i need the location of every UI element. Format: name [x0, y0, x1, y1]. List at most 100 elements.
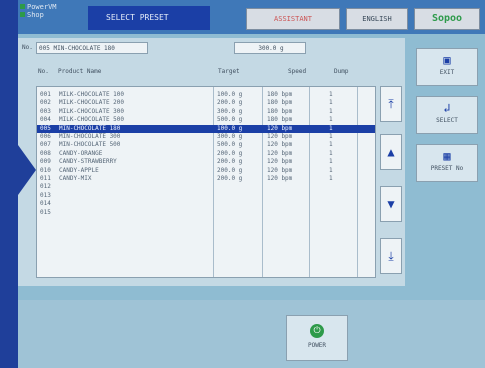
cell-no: 006 — [40, 133, 51, 140]
cell-dump: 1 — [329, 116, 333, 124]
bottom-bar: ⏻ POWER — [18, 300, 485, 368]
page-up-icon[interactable]: ⤒ — [380, 86, 402, 122]
cell-no: 009 — [40, 158, 51, 166]
table-row[interactable]: 001 MILK-CHOCOLATE 100 100.0 g 180 bpm 1 — [37, 91, 375, 99]
cell-name: MILK-CHOCOLATE 200 — [59, 99, 125, 107]
language-button[interactable]: ENGLISH — [346, 8, 408, 30]
table-row[interactable]: 009 CANDY-STRAWBERRY 200.0 g 120 bpm 1 — [37, 158, 375, 166]
select-label: SELECT — [436, 117, 458, 124]
cell-no: 008 — [40, 149, 51, 157]
cell-name: MILK-CHOCOLATE 500 — [59, 116, 125, 124]
cell-speed: 180 bpm — [267, 116, 293, 124]
touch-screen: PowerVM Shop SELECT PRESET ASSISTANT ENG… — [18, 0, 485, 368]
selected-target-field: 300.0 g — [234, 42, 306, 54]
col-target: Target — [218, 68, 240, 75]
preset-number-button[interactable]: ▦ PRESET No — [416, 144, 478, 182]
logo-mark-icon — [20, 4, 25, 9]
cell-no: 015 — [40, 208, 51, 216]
selected-preset-row: No. 005 MIN-CHOCOLATE 180 300.0 g — [22, 42, 322, 54]
cell-speed: 120 bpm — [267, 149, 293, 157]
table-row[interactable]: 012 — [37, 183, 375, 191]
exit-button[interactable]: ▣ EXIT — [416, 48, 478, 86]
table-row[interactable]: 008 CANDY-ORANGE 200.0 g 120 bpm 1 — [37, 150, 375, 158]
power-icon: ⏻ — [310, 324, 324, 338]
page-down-icon[interactable]: ⤓ — [380, 238, 402, 274]
selected-number: 005 — [39, 45, 50, 52]
bezel-notch — [0, 120, 36, 220]
cell-speed: 180 bpm — [267, 91, 293, 98]
col-no: No. — [38, 68, 49, 75]
cell-dump: 1 — [329, 175, 333, 182]
cell-name: MIN-CHOCOLATE 300 — [59, 133, 121, 140]
logo-line2: Shop — [27, 11, 44, 19]
select-button[interactable]: ↲ SELECT — [416, 96, 478, 134]
table-row[interactable]: 007 MIN-CHOCOLATE 500 500.0 g 120 bpm 1 — [37, 141, 375, 149]
table-row[interactable]: 015 — [37, 209, 375, 217]
cell-no: 013 — [40, 191, 51, 199]
selected-name-field: 005 MIN-CHOCOLATE 180 — [36, 42, 148, 54]
table-row[interactable]: 011 CANDY-MIX 200.0 g 120 bpm 1 — [37, 175, 375, 183]
cell-target: 100.0 g — [217, 91, 243, 98]
cell-target: 500.0 g — [217, 141, 243, 149]
table-row[interactable]: 004 MILK-CHOCOLATE 500 500.0 g 180 bpm 1 — [37, 116, 375, 124]
cell-name: CANDY-STRAWBERRY — [59, 158, 117, 166]
cell-speed: 120 bpm — [267, 124, 293, 132]
cell-no: 003 — [40, 107, 51, 115]
cell-speed: 120 bpm — [267, 141, 293, 149]
cell-target: 100.0 g — [217, 124, 243, 132]
keypad-icon: ▦ — [443, 149, 451, 163]
exit-icon: ▣ — [443, 53, 451, 67]
cell-dump: 1 — [329, 133, 333, 140]
cell-dump: 1 — [329, 124, 333, 132]
cell-dump: 1 — [329, 107, 333, 115]
cell-name: CANDY-ORANGE — [59, 149, 103, 157]
cell-no: 007 — [40, 141, 51, 149]
cell-dump: 1 — [329, 99, 333, 107]
cell-target: 300.0 g — [217, 133, 243, 140]
cell-target: 500.0 g — [217, 116, 243, 124]
preset-table: 001 MILK-CHOCOLATE 100 100.0 g 180 bpm 1 002 M… — [36, 86, 376, 278]
table-row[interactable]: 014 — [37, 200, 375, 208]
assistant-button[interactable]: ASSISTANT — [246, 8, 340, 30]
cell-speed: 120 bpm — [267, 158, 293, 166]
power-button[interactable]: ⏻ POWER — [286, 315, 348, 361]
table-row[interactable]: 002 MILK-CHOCOLATE 200 200.0 g 180 bpm 1 — [37, 99, 375, 107]
cell-name: CANDY-MIX — [59, 175, 92, 182]
table-row[interactable]: 010 CANDY-APPLE 200.0 g 120 bpm 1 — [37, 167, 375, 175]
power-label: POWER — [307, 342, 327, 349]
col-product-name: Product Name — [58, 68, 102, 75]
cell-dump: 1 — [329, 141, 333, 149]
cell-name: MILK-CHOCOLATE 300 — [59, 107, 125, 115]
scroll-up-icon[interactable]: ▲ — [380, 134, 402, 170]
page-title: SELECT PRESET — [88, 6, 210, 30]
enter-icon: ↲ — [443, 101, 451, 115]
cell-name: MIN-CHOCOLATE 500 — [59, 141, 121, 149]
cell-no: 014 — [40, 200, 51, 208]
cell-dump: 1 — [329, 166, 333, 174]
cell-speed: 180 bpm — [267, 99, 293, 107]
cell-no: 004 — [40, 116, 51, 124]
cell-target: 300.0 g — [217, 107, 243, 115]
table-row[interactable]: 003 MILK-CHOCOLATE 300 300.0 g 180 bpm 1 — [37, 108, 375, 116]
logo-line1: PowerVM — [27, 3, 57, 11]
cell-name: MILK-CHOCOLATE 100 — [59, 91, 125, 98]
cell-no: 005 — [40, 124, 51, 132]
cell-speed: 180 bpm — [267, 107, 293, 115]
table-row[interactable]: 006 MIN-CHOCOLATE 300 300.0 g 120 bpm 1 — [37, 133, 375, 141]
cell-target: 200.0 g — [217, 166, 243, 174]
table-row[interactable]: 013 — [37, 192, 375, 200]
preset-number-label: PRESET No — [430, 165, 464, 172]
cell-target: 200.0 g — [217, 99, 243, 107]
cell-name: CANDY-APPLE — [59, 166, 99, 174]
col-speed: Speed — [288, 68, 307, 75]
exit-label: EXIT — [439, 69, 455, 76]
brand-logo: Sopoo — [414, 8, 480, 30]
preset-panel: No. 005 MIN-CHOCOLATE 180 300.0 g No. Pr… — [18, 38, 405, 286]
cell-no: 010 — [40, 166, 51, 174]
table-row[interactable]: 005 MIN-CHOCOLATE 180 100.0 g 120 bpm 1 — [37, 124, 375, 133]
cell-speed: 120 bpm — [267, 166, 293, 174]
scroll-down-icon[interactable]: ▼ — [380, 186, 402, 222]
cell-target: 200.0 g — [217, 175, 243, 182]
cell-no: 011 — [40, 175, 51, 182]
top-bar: PowerVM Shop SELECT PRESET ASSISTANT ENG… — [18, 0, 485, 34]
